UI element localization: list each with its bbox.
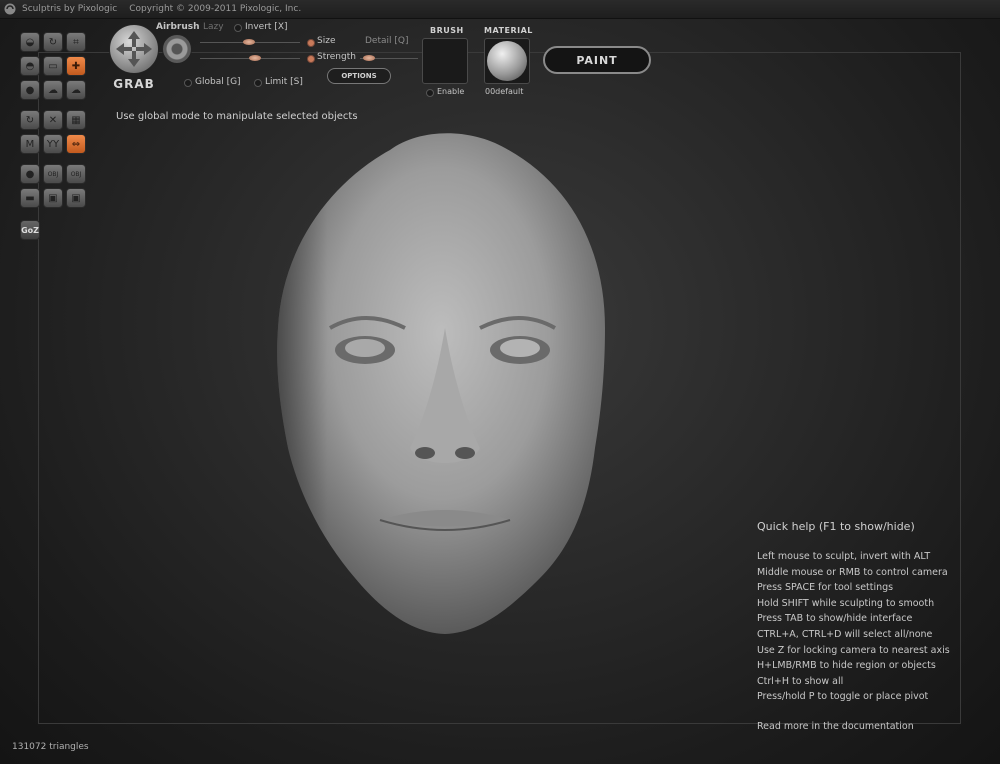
- size-slider-knob[interactable]: [243, 39, 255, 45]
- triangle-count: 131072 triangles: [12, 742, 89, 752]
- paint-button[interactable]: PAINT: [543, 46, 651, 74]
- quick-help-line: Middle mouse or RMB to control camera: [757, 566, 948, 578]
- face-shadow: [277, 128, 445, 634]
- flatten-tool-button[interactable]: ▭: [43, 56, 63, 76]
- sculptris-logo-icon: [4, 3, 16, 15]
- grab-brush-selector[interactable]: GRAB: [107, 22, 161, 92]
- options-button[interactable]: OPTIONS: [327, 68, 391, 84]
- inflate-tool-icon: ◓: [25, 60, 35, 72]
- symmetry-tool-button[interactable]: ✕: [43, 110, 63, 130]
- quick-help-line: Ctrl+H to show all: [757, 675, 844, 687]
- material-preview-icon: [487, 41, 527, 81]
- brush-enable-radio[interactable]: [426, 89, 434, 97]
- brush-slot[interactable]: [422, 38, 468, 84]
- quick-help-line: Press SPACE for tool settings: [757, 582, 894, 594]
- quick-help-line: Use Z for locking camera to nearest axis: [757, 644, 950, 656]
- export-obj-tool-button[interactable]: OBJ: [66, 164, 86, 184]
- rotate-tool-icon: ↻: [48, 36, 58, 48]
- mode-hint: Use global mode to manipulate selected o…: [116, 111, 358, 122]
- airbrush-label: Airbrush: [156, 22, 200, 32]
- save-tool-button[interactable]: ▣: [43, 188, 63, 208]
- grab-label: GRAB: [113, 77, 155, 91]
- move-axis-tool-icon: ⇔: [71, 138, 81, 150]
- sphere-tool-button[interactable]: ●: [20, 164, 40, 184]
- quick-help-panel: Quick help (F1 to show/hide) Left mouse …: [757, 520, 997, 732]
- sphere-tool-icon: ●: [25, 168, 35, 180]
- draw-tool-icon: ◒: [25, 36, 35, 48]
- size-label: Size: [317, 36, 336, 46]
- quick-help-line: Hold SHIFT while sculpting to smooth: [757, 597, 935, 609]
- smooth-tool-button[interactable]: ☁: [43, 80, 63, 100]
- detail-slider-knob[interactable]: [363, 55, 375, 61]
- quick-help-lines: Left mouse to sculpt, invert with ALT Mi…: [757, 549, 997, 705]
- mirror-tool-button[interactable]: YY: [43, 134, 63, 154]
- draw-tool-button[interactable]: ◒: [20, 32, 40, 52]
- detail-label[interactable]: Detail [Q]: [365, 36, 408, 46]
- flatten-tool-icon: ▭: [48, 60, 58, 72]
- crop-tool-button[interactable]: ⌗: [66, 32, 86, 52]
- invert-label: Invert [X]: [245, 22, 288, 32]
- app-title: Sculptris by Pixologic: [22, 4, 118, 14]
- material-header: MATERIAL: [484, 26, 533, 35]
- material-name: 00default: [485, 87, 524, 96]
- pinch-tool-button[interactable]: ●: [20, 80, 40, 100]
- grid-tool-button[interactable]: ▦: [66, 110, 86, 130]
- brush-enable-label: Enable: [437, 87, 465, 96]
- quick-help-line: H+LMB/RMB to hide region or objects: [757, 660, 936, 672]
- grid-tool-icon: ▦: [71, 114, 81, 126]
- reduce-tool-button[interactable]: ↻: [20, 110, 40, 130]
- copyright-text: Copyright © 2009-2011 Pixologic, Inc.: [129, 4, 302, 14]
- left-eyeball: [345, 339, 385, 357]
- crease-tool-button[interactable]: ☁: [66, 80, 86, 100]
- lazy-label[interactable]: Lazy: [203, 22, 224, 32]
- save-as-tool-button[interactable]: ▣: [66, 188, 86, 208]
- grab-icon: [109, 24, 159, 74]
- airbrush-icon[interactable]: [162, 34, 192, 64]
- grab-tool-icon: ✚: [71, 60, 81, 72]
- right-nostril: [455, 447, 475, 459]
- plane-tool-button[interactable]: ▬: [20, 188, 40, 208]
- sculpt-mesh[interactable]: [270, 128, 610, 638]
- invert-radio[interactable]: [234, 24, 242, 32]
- quick-help-line: Press/hold P to toggle or place pivot: [757, 691, 929, 703]
- wireframe-tool-button[interactable]: M: [20, 134, 40, 154]
- quick-help-title: Quick help (F1 to show/hide): [757, 520, 915, 533]
- limit-label: Limit [S]: [265, 77, 303, 87]
- grab-tool-button[interactable]: ✚: [66, 56, 86, 76]
- quick-help-line: Press TAB to show/hide interface: [757, 613, 913, 625]
- global-label: Global [G]: [195, 77, 241, 87]
- quick-help-line: CTRL+A, CTRL+D will select all/none: [757, 628, 933, 640]
- crop-tool-icon: ⌗: [73, 36, 79, 48]
- smooth-tool-icon: ☁: [48, 84, 58, 96]
- move-axis-tool-button[interactable]: ⇔: [66, 134, 86, 154]
- right-eyeball: [500, 339, 540, 357]
- import-obj-tool-button[interactable]: OBJ: [43, 164, 63, 184]
- strength-radio[interactable]: [307, 55, 315, 63]
- reduce-tool-icon: ↻: [25, 114, 35, 126]
- strength-slider-knob[interactable]: [249, 55, 261, 61]
- export-obj-tool-icon: OBJ: [70, 170, 82, 178]
- left-nostril: [415, 447, 435, 459]
- inflate-tool-button[interactable]: ◓: [20, 56, 40, 76]
- pinch-tool-icon: ●: [25, 84, 35, 96]
- symmetry-tool-icon: ✕: [48, 114, 58, 126]
- plane-tool-icon: ▬: [25, 192, 35, 204]
- documentation-link[interactable]: Read more in the documentation: [757, 721, 997, 732]
- global-radio[interactable]: [184, 79, 192, 87]
- goz-button[interactable]: GoZ: [20, 220, 40, 240]
- title-bar: Sculptris by Pixologic Copyright © 2009-…: [0, 0, 1000, 19]
- brush-header: BRUSH: [430, 26, 464, 35]
- rotate-tool-button[interactable]: ↻: [43, 32, 63, 52]
- strength-label: Strength: [317, 52, 356, 62]
- save-as-tool-icon: ▣: [71, 192, 81, 204]
- mirror-tool-icon: YY: [46, 138, 60, 150]
- size-radio[interactable]: [307, 39, 315, 47]
- quick-help-line: Left mouse to sculpt, invert with ALT: [757, 551, 931, 562]
- material-slot[interactable]: [484, 38, 530, 84]
- import-obj-tool-icon: OBJ: [47, 170, 59, 178]
- save-tool-icon: ▣: [48, 192, 58, 204]
- crease-tool-icon: ☁: [71, 84, 81, 96]
- limit-radio[interactable]: [254, 79, 262, 87]
- wireframe-tool-icon: M: [25, 138, 35, 150]
